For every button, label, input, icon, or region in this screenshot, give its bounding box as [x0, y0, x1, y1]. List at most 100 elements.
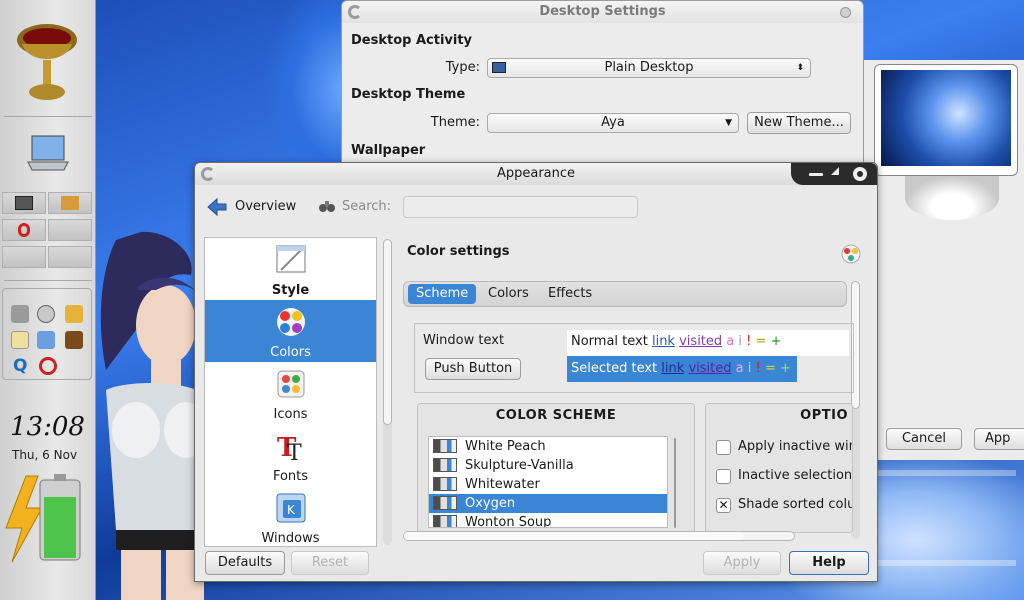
category-style[interactable]: Style — [205, 238, 376, 300]
monitor-preview — [874, 64, 1018, 176]
shade-sorted-label: Shade sorted colu — [738, 497, 853, 512]
category-label: Icons — [273, 407, 308, 422]
clock-time[interactable]: 13:08 — [10, 412, 90, 442]
scheme-item-whitewater[interactable]: Whitewater — [429, 475, 667, 494]
selected-text-label: Selected text — [571, 361, 658, 376]
panel-separator — [4, 116, 92, 117]
scheme-swatch-icon — [433, 496, 457, 510]
taskbar-button-terminal[interactable] — [2, 192, 46, 214]
svg-text:K: K — [287, 503, 296, 517]
category-colors[interactable]: Colors — [205, 300, 376, 362]
icons-icon — [277, 370, 305, 398]
scheme-swatch-icon — [433, 477, 457, 491]
wallpaper-heading: Wallpaper — [351, 143, 426, 158]
negative-text: ! — [755, 361, 761, 376]
shade-sorted-checkbox[interactable]: ✕ — [716, 498, 731, 513]
cancel-button[interactable]: Cancel — [886, 428, 962, 450]
monitor-small-icon — [492, 62, 506, 73]
scheme-list-scrollbar[interactable] — [674, 438, 676, 528]
kde-grail-icon[interactable] — [14, 20, 80, 106]
horizontal-scrollbar-thumb[interactable] — [404, 532, 744, 540]
search-input[interactable] — [403, 196, 638, 218]
appearance-titlebar[interactable]: Appearance — [195, 163, 877, 185]
apply-button[interactable]: Apply — [703, 551, 781, 575]
quassel-icon[interactable]: Q — [13, 357, 31, 375]
taskbar-button-opera[interactable] — [2, 219, 46, 241]
push-button-preview[interactable]: Push Button — [425, 358, 521, 380]
reset-button[interactable]: Reset — [291, 551, 369, 575]
battery-icon[interactable] — [4, 472, 90, 564]
window-menu-icon[interactable] — [201, 167, 215, 181]
close-icon[interactable] — [853, 167, 867, 181]
desktop-settings-title[interactable]: Desktop Settings — [342, 1, 863, 23]
disk-icon[interactable] — [37, 305, 55, 323]
visited-text: visited — [679, 334, 723, 349]
desktop-activity-heading: Desktop Activity — [351, 33, 473, 48]
battery-level — [44, 497, 76, 558]
overview-button[interactable]: Overview — [207, 197, 317, 217]
scheme-swatch-icon — [433, 439, 457, 453]
opera-icon — [18, 223, 30, 237]
inactive-text: i — [747, 361, 752, 376]
scheme-item-skulpture-vanilla[interactable]: Skulpture-Vanilla — [429, 456, 667, 475]
panel-separator — [4, 280, 92, 281]
back-arrow-icon — [207, 198, 227, 216]
scheme-item-oxygen[interactable]: Oxygen — [429, 494, 667, 513]
svg-text:T: T — [287, 441, 302, 462]
category-fonts[interactable]: TT Fonts — [205, 424, 376, 486]
scheme-item-wonton-soup[interactable]: Wonton Soup — [429, 513, 667, 528]
active-text: a — [735, 361, 744, 376]
page-title: Color settings — [407, 244, 510, 259]
style-icon — [276, 245, 306, 273]
new-theme-button[interactable]: New Theme... — [747, 112, 851, 134]
link-text: link — [651, 334, 675, 349]
sidebar-scrollbar-thumb[interactable] — [383, 239, 392, 425]
apply-inactive-checkbox[interactable] — [716, 440, 731, 455]
fonts-icon: TT — [277, 433, 302, 462]
network-icon[interactable] — [37, 331, 55, 349]
scheme-item-label: White Peach — [465, 439, 546, 454]
apply-button-partial[interactable]: App — [974, 428, 1024, 450]
taskbar-button-empty[interactable] — [2, 246, 46, 268]
wallet-icon[interactable] — [65, 331, 83, 349]
taskbar-button-empty[interactable] — [48, 246, 92, 268]
type-combobox[interactable]: Plain Desktop ⬍ — [487, 58, 811, 78]
content-horizontal-scrollbar[interactable] — [403, 531, 795, 541]
window-controls — [791, 163, 877, 185]
scheme-swatch-icon — [433, 515, 457, 527]
theme-label: Theme: — [430, 115, 480, 130]
category-label: Windows — [261, 531, 320, 546]
laptop-icon[interactable] — [26, 134, 70, 174]
sidebar-scrollbar[interactable] — [383, 239, 392, 545]
taskbar-button-empty[interactable] — [48, 219, 92, 241]
selected-text-preview: Selected text link visited a i ! = + — [567, 356, 797, 382]
volume-icon[interactable] — [11, 305, 29, 323]
tab-scheme[interactable]: Scheme — [408, 284, 477, 304]
window-close-icon[interactable] — [840, 7, 851, 18]
color-scheme-title: COLOR SCHEME — [495, 408, 617, 423]
opera-tray-icon[interactable] — [39, 357, 57, 375]
tab-colors[interactable]: Colors — [480, 284, 537, 304]
taskbar-button-tools[interactable] — [48, 192, 92, 214]
clock-date[interactable]: Thu, 6 Nov — [12, 448, 92, 462]
scheme-item-label: Wonton Soup — [465, 515, 552, 528]
lock-icon[interactable] — [65, 305, 83, 323]
help-button[interactable]: Help — [789, 551, 869, 575]
defaults-button[interactable]: Defaults — [205, 551, 285, 575]
category-icons[interactable]: Icons — [205, 362, 376, 424]
minimize-icon[interactable] — [809, 173, 823, 176]
options-group: OPTIO Apply inactive win Inactive select… — [705, 403, 853, 533]
inactive-selection-checkbox[interactable] — [716, 469, 731, 484]
clipboard-icon[interactable] — [11, 331, 29, 349]
binoculars-icon — [319, 201, 335, 212]
category-label: Style — [271, 283, 310, 298]
theme-combobox[interactable]: Aya ▼ — [487, 113, 739, 133]
category-windows[interactable]: K Windows — [205, 486, 376, 546]
chevron-down-icon: ▼ — [725, 118, 732, 128]
tab-effects[interactable]: Effects — [540, 284, 600, 304]
apply-inactive-label: Apply inactive win — [738, 439, 853, 454]
wallpaper-stripe — [876, 470, 1016, 476]
maximize-icon[interactable] — [831, 167, 839, 175]
scheme-item-white-peach[interactable]: White Peach — [429, 437, 667, 456]
window-menu-icon[interactable] — [348, 5, 362, 19]
